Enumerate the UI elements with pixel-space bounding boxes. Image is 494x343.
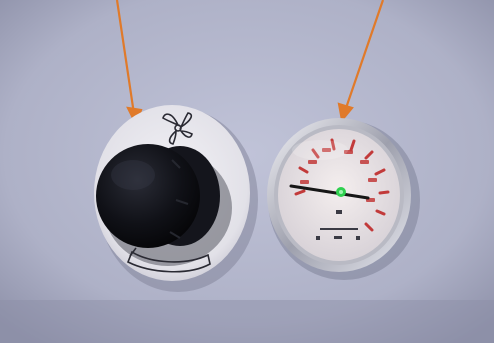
photo xyxy=(0,0,494,343)
knob xyxy=(96,144,200,248)
panel-bottom-shade xyxy=(0,300,494,343)
gauge-glass-reflection xyxy=(292,140,348,160)
gauge-pivot-center xyxy=(339,190,343,194)
knob-highlight xyxy=(111,160,155,190)
